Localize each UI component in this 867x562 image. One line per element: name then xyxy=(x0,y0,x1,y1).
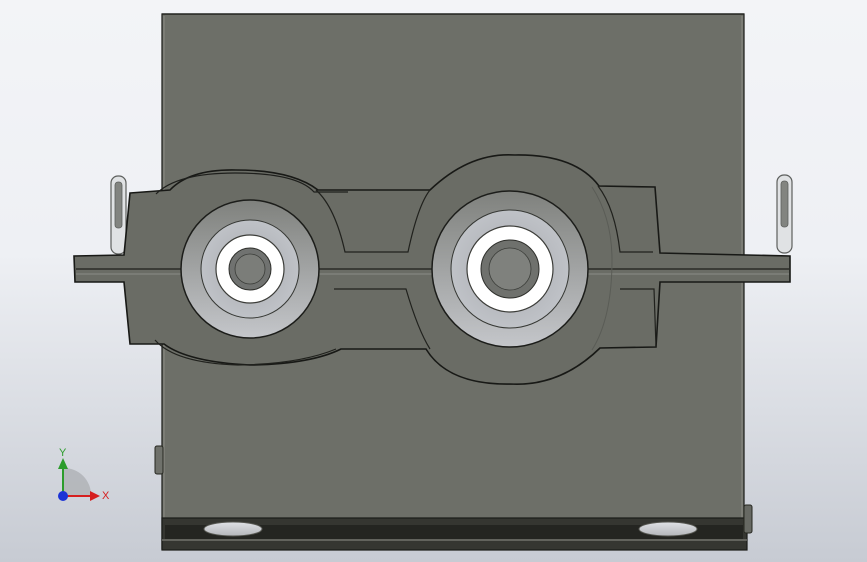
side-bolt-left xyxy=(154,445,164,475)
z-axis-origin-icon xyxy=(58,491,68,501)
lifting-lug-left[interactable] xyxy=(110,175,127,255)
shaft-bore-large[interactable] xyxy=(431,190,589,348)
y-axis-arrow-icon xyxy=(58,458,68,469)
triad-plane-hint xyxy=(63,467,92,496)
model-view[interactable]: X Y xyxy=(0,0,867,562)
side-bolt-right xyxy=(743,504,753,534)
foot-pad-right xyxy=(638,521,698,537)
x-axis-label: X xyxy=(102,490,110,502)
coordinate-triad: X Y xyxy=(58,447,110,502)
x-axis-arrow-icon xyxy=(90,491,100,501)
lifting-lug-right[interactable] xyxy=(776,174,793,254)
cad-viewport[interactable]: X Y xyxy=(0,0,867,562)
shaft-bore-small[interactable] xyxy=(180,199,320,339)
foot-pad-left xyxy=(203,521,263,537)
y-axis-label: Y xyxy=(59,447,67,459)
